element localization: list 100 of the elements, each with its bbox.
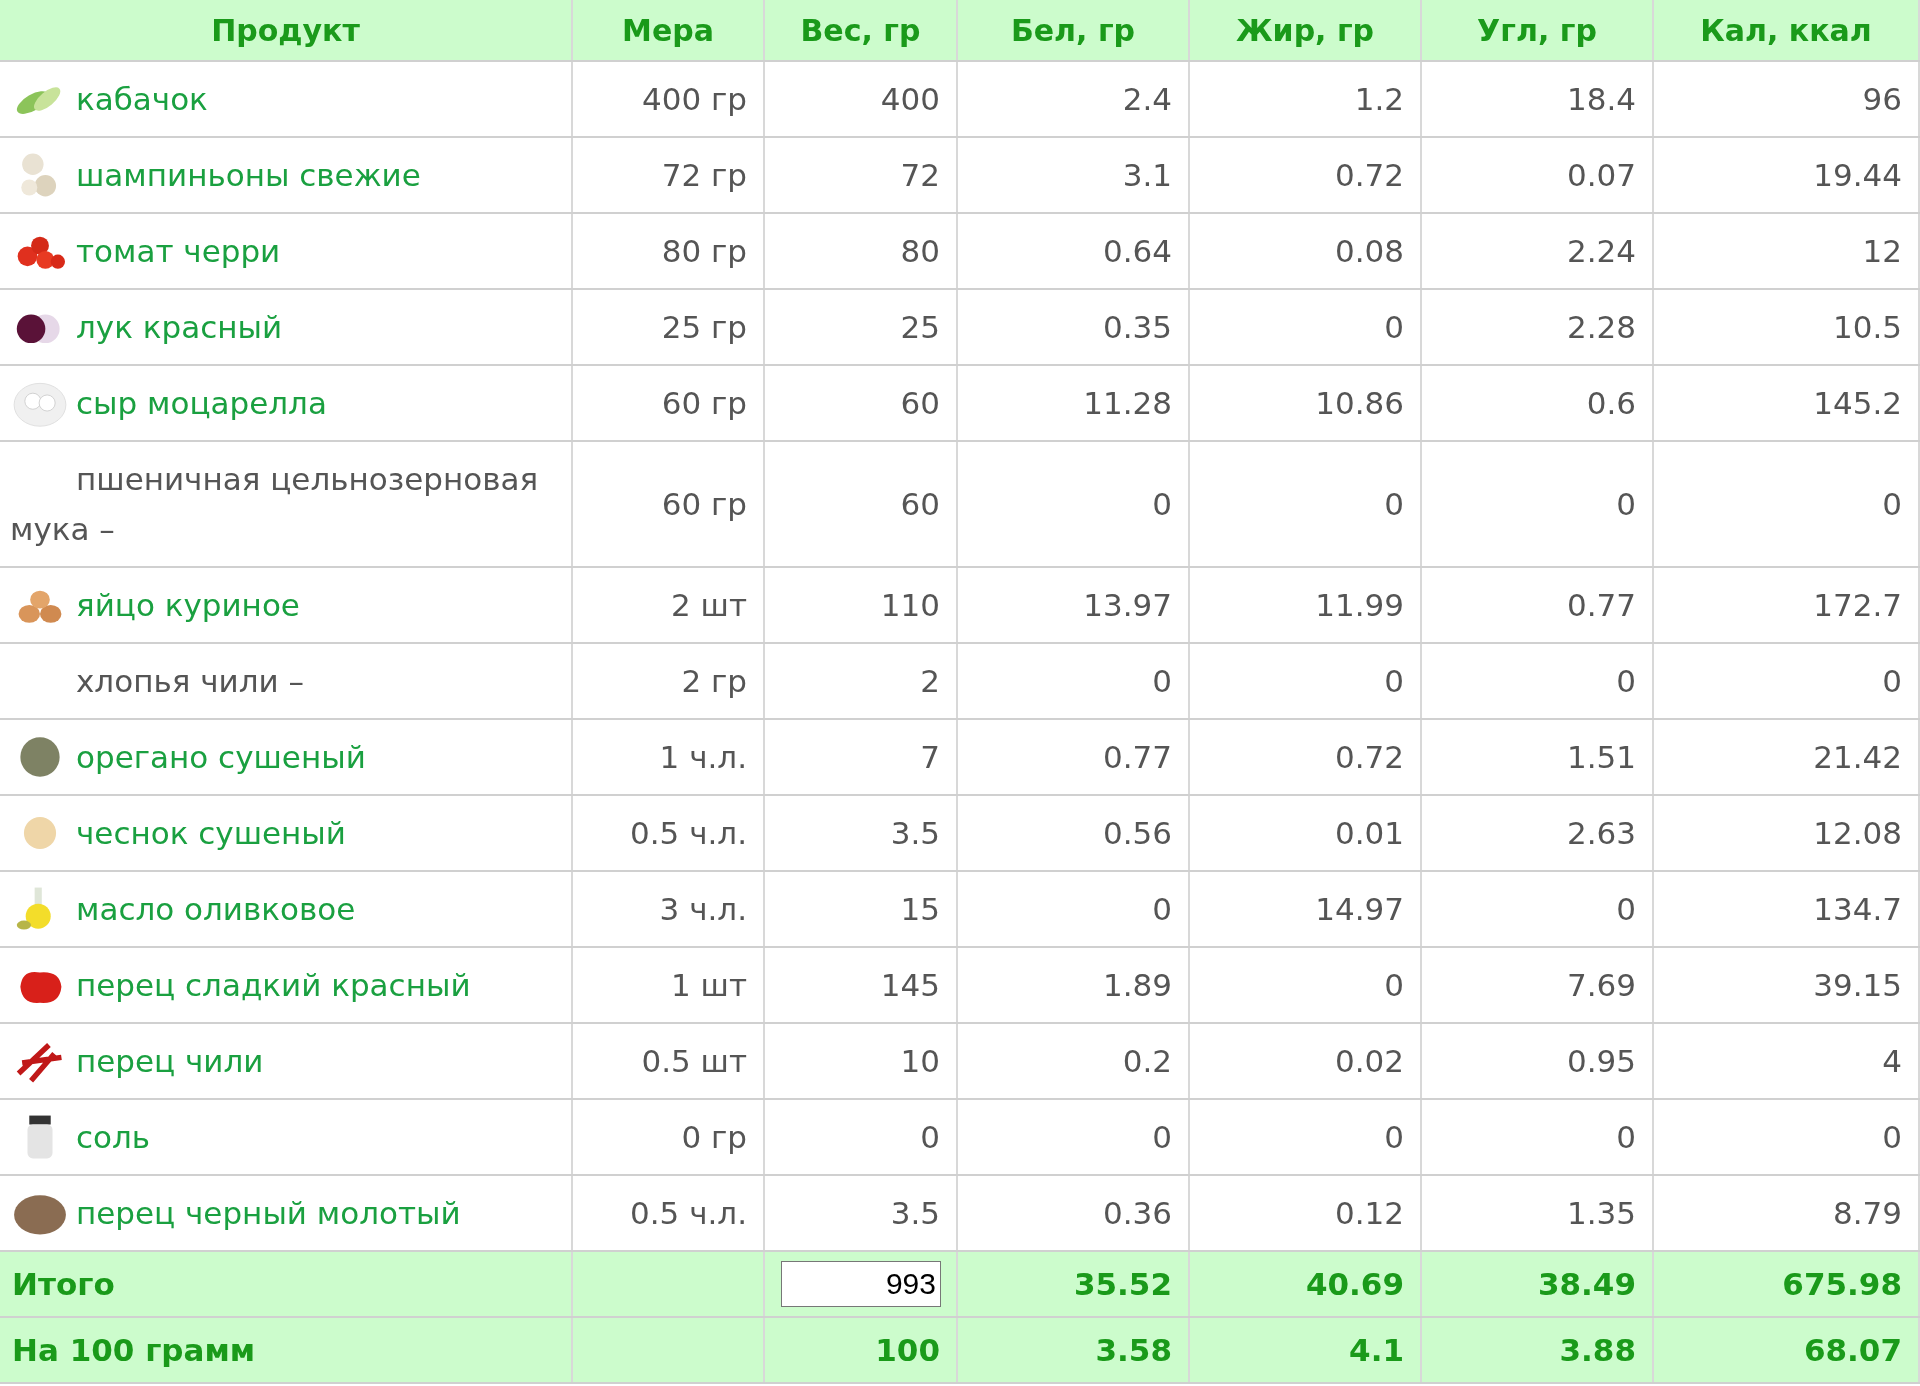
- product-link[interactable]: кабачок: [76, 81, 208, 117]
- table-cell: 0 гр: [572, 1099, 764, 1175]
- table-cell: 0: [1653, 643, 1919, 719]
- table-cell: 0.08: [1189, 213, 1421, 289]
- table-cell: 3.5: [764, 795, 957, 871]
- table-cell: 12: [1653, 213, 1919, 289]
- table-cell: 18.4: [1421, 61, 1653, 137]
- table-cell: 11.99: [1189, 567, 1421, 643]
- table-cell: 13.97: [957, 567, 1189, 643]
- table-cell: 0.5 ч.л.: [572, 795, 764, 871]
- table-cell: 0.77: [1421, 567, 1653, 643]
- product-link[interactable]: шампиньоны свежие: [76, 157, 421, 193]
- table-cell: 10.5: [1653, 289, 1919, 365]
- table-cell: 0: [1421, 1099, 1653, 1175]
- table-cell: 60 гр: [572, 441, 764, 567]
- table-cell: 0: [1653, 441, 1919, 567]
- column-header: Мера: [572, 0, 764, 61]
- product-link[interactable]: орегано сушеный: [76, 739, 366, 775]
- table-cell: 145: [764, 947, 957, 1023]
- table-cell: 134.7: [1653, 871, 1919, 947]
- table-cell: 0: [957, 871, 1189, 947]
- table-cell: 172.7: [1653, 567, 1919, 643]
- product-link[interactable]: яйцо куриное: [76, 587, 300, 623]
- product-link[interactable]: томат черри: [76, 233, 281, 269]
- table-cell: 80: [764, 213, 957, 289]
- table-cell: 60: [764, 365, 957, 441]
- table-cell: 4: [1653, 1023, 1919, 1099]
- table-cell: 0.2: [957, 1023, 1189, 1099]
- column-header: Продукт: [0, 0, 572, 61]
- table-cell: 2: [764, 643, 957, 719]
- table-cell: 0.56: [957, 795, 1189, 871]
- table-cell: 1 шт: [572, 947, 764, 1023]
- total-cell: 68.07: [1653, 1317, 1919, 1383]
- table-cell: 0: [957, 441, 1189, 567]
- table-cell: 0.07: [1421, 137, 1653, 213]
- table-cell: 400 гр: [572, 61, 764, 137]
- table-cell: 0.6: [1421, 365, 1653, 441]
- table-cell: 14.97: [1189, 871, 1421, 947]
- table-cell: 60: [764, 441, 957, 567]
- table-cell: 2 шт: [572, 567, 764, 643]
- table-cell: 0.72: [1189, 137, 1421, 213]
- table-cell: 15: [764, 871, 957, 947]
- product-link[interactable]: лук красный: [76, 309, 283, 345]
- table-cell: 3 ч.л.: [572, 871, 764, 947]
- table-cell: 1.2: [1189, 61, 1421, 137]
- table-cell: 60 гр: [572, 365, 764, 441]
- table-cell: 0.35: [957, 289, 1189, 365]
- table-cell: 12.08: [1653, 795, 1919, 871]
- table-cell: 25: [764, 289, 957, 365]
- table-cell: 0: [1189, 643, 1421, 719]
- table-cell: 1 ч.л.: [572, 719, 764, 795]
- table-cell: 0.72: [1189, 719, 1421, 795]
- table-cell: 21.42: [1653, 719, 1919, 795]
- table-cell: 145.2: [1653, 365, 1919, 441]
- table-cell: 0: [1421, 643, 1653, 719]
- product-link[interactable]: перец черный молотый: [76, 1195, 461, 1231]
- table-cell: 7: [764, 719, 957, 795]
- table-cell: 400: [764, 61, 957, 137]
- table-cell: 0: [957, 1099, 1189, 1175]
- product-link[interactable]: соль: [76, 1119, 151, 1155]
- table-cell: 72 гр: [572, 137, 764, 213]
- table-cell: 0: [1189, 441, 1421, 567]
- table-cell: 0: [1189, 1099, 1421, 1175]
- product-link[interactable]: перец чили: [76, 1043, 264, 1079]
- table-cell: 3.1: [957, 137, 1189, 213]
- weight-input[interactable]: 993: [781, 1261, 941, 1307]
- table-cell: 10.86: [1189, 365, 1421, 441]
- table-cell: 1.89: [957, 947, 1189, 1023]
- table-cell: 2.4: [957, 61, 1189, 137]
- table-cell: 19.44: [1653, 137, 1919, 213]
- total-cell: 4.1: [1189, 1317, 1421, 1383]
- table-cell: 72: [764, 137, 957, 213]
- table-cell: 80 гр: [572, 213, 764, 289]
- table-cell: 0.02: [1189, 1023, 1421, 1099]
- table-cell: 0: [957, 643, 1189, 719]
- table-cell: 0: [1653, 1099, 1919, 1175]
- product-name: пшеничная цельнозерновая мука –: [10, 461, 539, 547]
- product-link[interactable]: перец сладкий красный: [76, 967, 471, 1003]
- table-cell: 2.28: [1421, 289, 1653, 365]
- column-header: Жир, гр: [1189, 0, 1421, 61]
- table-cell: 10: [764, 1023, 957, 1099]
- product-link[interactable]: чеснок сушеный: [76, 815, 346, 851]
- product-link[interactable]: сыр моцарелла: [76, 385, 327, 421]
- table-cell: 0: [1421, 441, 1653, 567]
- table-cell: 0.01: [1189, 795, 1421, 871]
- table-cell: 11.28: [957, 365, 1189, 441]
- table-cell: 0.5 шт: [572, 1023, 764, 1099]
- table-cell: 0: [764, 1099, 957, 1175]
- table-cell: 96: [1653, 61, 1919, 137]
- column-header: Угл, гр: [1421, 0, 1653, 61]
- table-cell: 0: [1189, 289, 1421, 365]
- table-cell: 110: [764, 567, 957, 643]
- total-cell: 3.88: [1421, 1317, 1653, 1383]
- product-link[interactable]: масло оливковое: [76, 891, 356, 927]
- table-cell: 39.15: [1653, 947, 1919, 1023]
- table-cell: 0.77: [957, 719, 1189, 795]
- column-header: Вес, гр: [764, 0, 957, 61]
- table-cell: 0.95: [1421, 1023, 1653, 1099]
- total-cell: 100: [764, 1317, 957, 1383]
- column-header: Бел, гр: [957, 0, 1189, 61]
